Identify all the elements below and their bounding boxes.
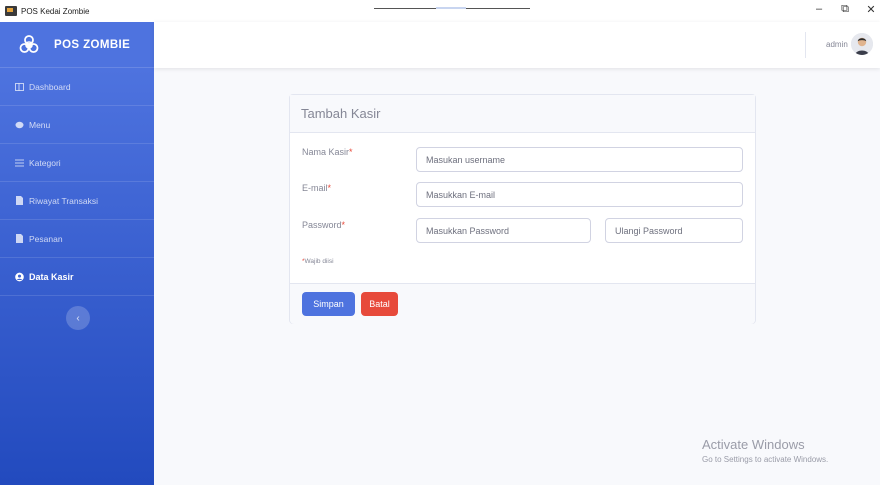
- password-label: Password*: [302, 220, 345, 230]
- menu-icon: [15, 120, 24, 129]
- activate-windows-subtitle: Go to Settings to activate Windows.: [702, 455, 829, 464]
- card-title: Tambah Kasir: [290, 95, 755, 133]
- cancel-button[interactable]: Batal: [361, 292, 398, 316]
- required-mark: *: [327, 183, 332, 193]
- password-confirm-input[interactable]: Ulangi Password: [605, 218, 743, 243]
- window-title: POS Kedai Zombie: [21, 6, 90, 16]
- activate-windows-title: Activate Windows: [702, 437, 805, 452]
- minimize-button[interactable]: –: [810, 3, 828, 15]
- sidebar-item-label: Dashboard: [29, 81, 71, 92]
- sidebar-toggle-button[interactable]: ‹: [66, 306, 90, 330]
- maximize-button[interactable]: ⧉: [836, 3, 854, 16]
- tambah-kasir-card: Tambah Kasir Nama Kasir* Masukan usernam…: [289, 94, 756, 324]
- sidebar: POS ZOMBIE Dashboard Menu Kategori Riway…: [0, 22, 154, 485]
- user-circle-icon: [15, 272, 24, 281]
- file-icon: [15, 234, 24, 243]
- required-mark: *: [341, 220, 346, 230]
- password-label-text: Password: [302, 220, 342, 230]
- sidebar-item-dashboard[interactable]: Dashboard: [0, 68, 154, 106]
- sidebar-item-pesanan[interactable]: Pesanan: [0, 220, 154, 258]
- user-name[interactable]: admin: [826, 40, 848, 49]
- name-label-text: Nama Kasir: [302, 147, 350, 157]
- required-note: *Wajib diisi: [302, 258, 334, 265]
- topbar-divider: [805, 32, 806, 58]
- close-button[interactable]: ✕: [862, 3, 880, 16]
- avatar[interactable]: [851, 33, 873, 55]
- name-input[interactable]: Masukan username: [416, 147, 743, 172]
- topbar: admin: [154, 22, 880, 68]
- window-titlebar: POS Kedai Zombie – ⧉ ✕: [0, 0, 880, 22]
- brand-name: POS ZOMBIE: [54, 38, 131, 51]
- sidebar-item-label: Pesanan: [29, 233, 63, 244]
- app-icon: [5, 6, 17, 16]
- list-icon: [15, 158, 24, 167]
- sidebar-item-menu[interactable]: Menu: [0, 106, 154, 144]
- dashboard-icon: [15, 82, 24, 91]
- sidebar-brand[interactable]: POS ZOMBIE: [0, 22, 154, 68]
- email-label-text: E-mail: [302, 183, 328, 193]
- file-icon: [15, 196, 24, 205]
- sidebar-item-label: Menu: [29, 119, 51, 130]
- save-button[interactable]: Simpan: [302, 292, 355, 316]
- email-label: E-mail*: [302, 183, 331, 193]
- password-input[interactable]: Masukkan Password: [416, 218, 591, 243]
- required-mark: *: [349, 147, 353, 157]
- sidebar-item-label: Data Kasir: [29, 271, 74, 282]
- sidebar-item-label: Riwayat Transaksi: [29, 195, 98, 206]
- card-footer: Simpan Batal: [290, 283, 755, 324]
- name-label: Nama Kasir*: [302, 147, 353, 157]
- sidebar-item-kategori[interactable]: Kategori: [0, 144, 154, 182]
- sidebar-item-label: Kategori: [29, 157, 61, 168]
- sidebar-item-riwayat-transaksi[interactable]: Riwayat Transaksi: [0, 182, 154, 220]
- chevron-left-icon: ‹: [76, 312, 80, 324]
- biohazard-logo-icon: [18, 34, 40, 56]
- drag-indicator: [374, 7, 530, 9]
- email-input[interactable]: Masukkan E-mail: [416, 182, 743, 207]
- required-note-text: Wajib diisi: [304, 258, 334, 265]
- sidebar-item-data-kasir[interactable]: Data Kasir: [0, 258, 154, 296]
